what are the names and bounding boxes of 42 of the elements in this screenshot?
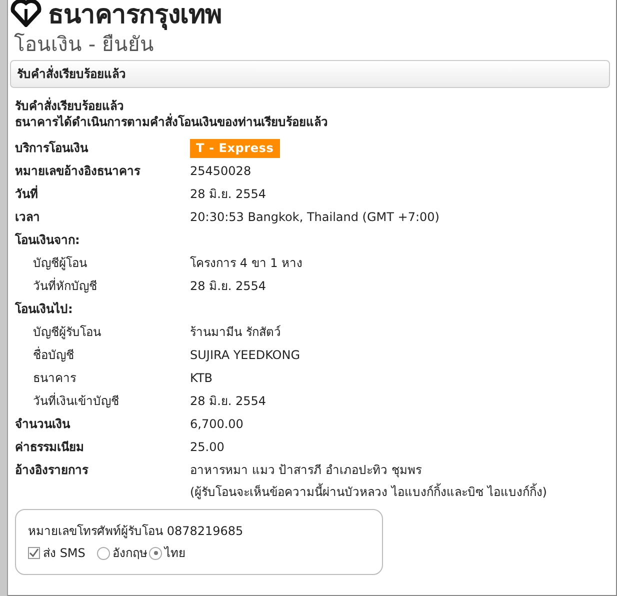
field-value: 28 มิ.ย. 2554 — [190, 186, 266, 203]
field-label: จำนวนเงิน — [15, 417, 70, 431]
language-radio[interactable]: อังกฤษ — [97, 544, 148, 562]
field-label: วันที่เงินเข้าบัญชี — [32, 394, 119, 408]
field-value: ร้านมามีน รักสัตว์ — [190, 324, 281, 341]
page-title: โอนเงิน - ยืนยัน — [13, 31, 155, 58]
logo-text: ธนาคารกรุงเทพ — [48, 2, 222, 28]
checkbox[interactable] — [28, 547, 40, 559]
field-label: บัญชีผู้รับโอน — [32, 325, 101, 339]
field-label: เวลา — [15, 210, 40, 224]
field-label: โอนเงินไป: — [15, 302, 73, 316]
header-bar: รับคำสั่งเรียบร้อยแล้ว — [10, 60, 610, 88]
phone-number-text: หมายเลขโทรศัพท์ผู้รับโอน 0878219685 — [28, 523, 244, 540]
field-label: อ้างอิงรายการ — [15, 463, 88, 477]
language-radio[interactable]: ไทย — [149, 544, 186, 562]
check-icon — [29, 548, 39, 558]
field-note: (ผู้รับโอนจะเห็นข้อความนี้ผ่านบัวหลวง ไอแบงก์กิ้งและบิซ ไอแบงก์กิ้ง) — [190, 483, 547, 501]
field-label: ค่าธรรมเนียม — [15, 440, 84, 454]
message-title: รับคำสั่งเรียบร้อยแล้ว — [15, 98, 125, 113]
field-label: หมายเลขอ้างอิงธนาคาร — [15, 164, 140, 178]
field-label: บริการโอนเงิน — [15, 141, 88, 155]
field-value: 25450028 — [190, 163, 252, 180]
field-label: ชื่อบัญชี — [32, 348, 74, 362]
field-value: KTB — [190, 370, 212, 387]
field-value: SUJIRA YEEDKONG — [190, 347, 300, 364]
radio-button[interactable] — [149, 546, 162, 560]
field-value: 6,700.00 — [190, 416, 244, 433]
sms-checkbox[interactable]: ส่ง SMS — [28, 544, 86, 562]
field-label: วันที่ — [15, 187, 38, 201]
field-value: โครงการ 4 ขา 1 หาง — [190, 255, 303, 272]
field-value: 20:30:53 Bangkok, Thailand (GMT +7:00) — [190, 209, 440, 226]
field-label: โอนเงินจาก: — [15, 233, 80, 247]
field-value: 28 มิ.ย. 2554 — [190, 278, 266, 295]
field-value: 28 มิ.ย. 2554 — [190, 393, 266, 410]
service-badge: T - Express — [190, 139, 280, 158]
field-label: บัญชีผู้โอน — [32, 256, 87, 270]
field-value: อาหารหมา แมว ป้าสารภี อำเภอปะทิว ชุมพร — [190, 462, 422, 479]
field-label: ธนาคาร — [32, 371, 76, 385]
field-value: 25.00 — [190, 439, 224, 456]
message-body: ธนาคารได้ดำเนินการตามคำสั่งโอนเงินของท่านเรียบร้อยแล้ว — [15, 114, 329, 130]
radio-button[interactable] — [97, 546, 110, 560]
field-label: วันที่หักบัญชี — [32, 279, 97, 293]
